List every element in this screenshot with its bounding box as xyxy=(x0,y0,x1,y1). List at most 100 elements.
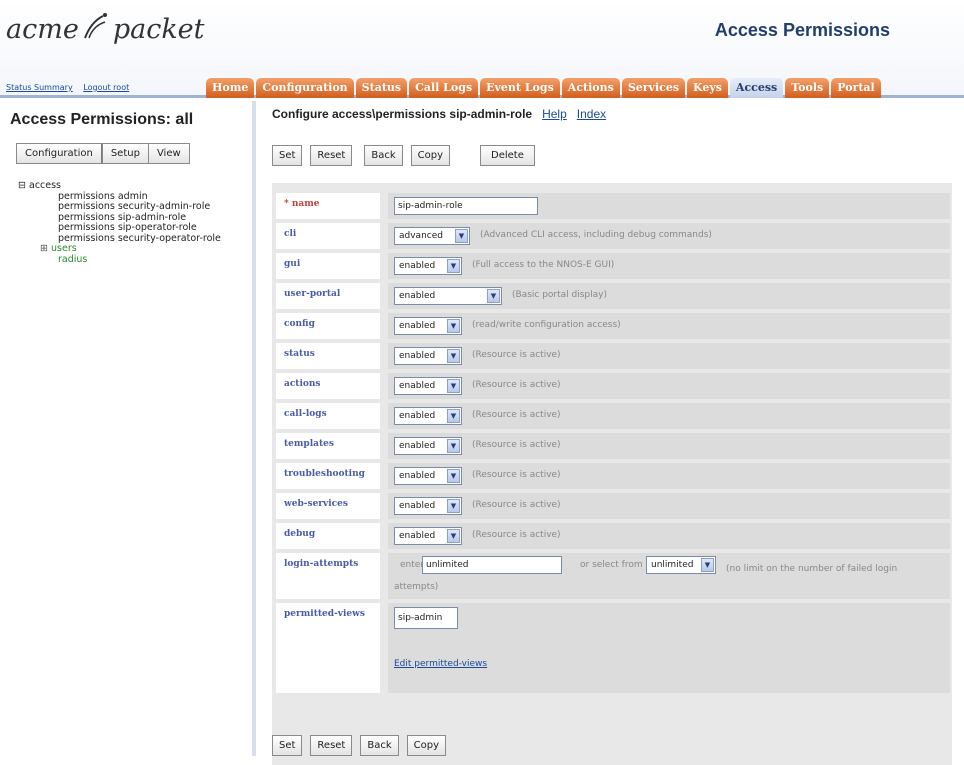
chevron-down-icon: ▼ xyxy=(447,499,460,513)
field-label-web-services: web-services xyxy=(276,493,380,519)
copy-button-bottom[interactable]: Copy xyxy=(406,735,447,756)
field-label-call-logs: call-logs xyxy=(276,403,380,429)
reset-button-bottom[interactable]: Reset xyxy=(310,735,353,756)
tab-actions[interactable]: Actions xyxy=(561,78,620,98)
tree-node-access[interactable]: ⊟ access xyxy=(18,180,221,192)
tab-event-logs[interactable]: Event Logs xyxy=(480,78,560,98)
tree-node-users[interactable]: ⊞ users xyxy=(18,243,221,255)
collapse-icon[interactable]: ⊟ xyxy=(18,180,26,191)
chevron-down-icon: ▼ xyxy=(487,289,500,303)
field-row-status: status enabled ▼ (Resource is active) xyxy=(272,343,952,369)
bottom-button-row: Set Reset Back Copy xyxy=(272,735,454,756)
web-services-hint: (Resource is active) xyxy=(472,500,561,510)
setup-button[interactable]: Setup xyxy=(101,143,149,164)
field-label-debug: debug xyxy=(276,523,380,549)
main-tabs: Home Configuration Status Call Logs Even… xyxy=(206,78,881,98)
back-button-bottom[interactable]: Back xyxy=(360,735,399,756)
field-row-templates: templates enabled ▼ (Resource is active) xyxy=(272,433,952,459)
tab-call-logs[interactable]: Call Logs xyxy=(409,78,479,98)
user-portal-select[interactable]: enabled ▼ xyxy=(394,287,502,305)
tab-configuration[interactable]: Configuration xyxy=(256,78,354,98)
logout-link[interactable]: Logout root xyxy=(83,83,129,92)
field-label-config: config xyxy=(276,313,380,339)
field-row-permitted-views: permitted-views sip-admin Edit permitted… xyxy=(272,603,952,693)
call-logs-select[interactable]: enabled ▼ xyxy=(394,407,462,425)
field-row-cli: cli advanced ▼ (Advanced CLI access, inclu… xyxy=(272,223,952,249)
login-attempts-hint: (no limit on the number of failed login … xyxy=(394,564,898,592)
tab-status[interactable]: Status xyxy=(355,78,408,98)
field-label-templates: templates xyxy=(276,433,380,459)
field-label-login-attempts: login-attempts xyxy=(276,553,380,599)
form-panel: * name sip-admin-role cli advanced ▼ (Adva… xyxy=(272,183,952,765)
index-link[interactable]: Index xyxy=(577,107,606,121)
cli-select[interactable]: advanced ▼ xyxy=(394,227,470,245)
user-portal-hint: (Basic portal display) xyxy=(512,290,607,300)
config-hint: (read/write configuration access) xyxy=(472,320,621,330)
set-button[interactable]: Set xyxy=(272,145,303,166)
tab-access[interactable]: Access xyxy=(729,78,784,98)
gui-hint: (Full access to the NNOS-E GUI) xyxy=(472,260,615,270)
page-title: Configure access\permissions sip-admin-r… xyxy=(272,107,607,121)
edit-permitted-views-link[interactable]: Edit permitted-views xyxy=(394,659,487,669)
chevron-down-icon: ▼ xyxy=(447,319,460,333)
chevron-down-icon: ▼ xyxy=(447,259,460,273)
sidebar-title: Access Permissions: all xyxy=(10,111,194,128)
debug-select[interactable]: enabled ▼ xyxy=(394,527,462,545)
reset-button[interactable]: Reset xyxy=(310,145,353,166)
configuration-button[interactable]: Configuration xyxy=(16,143,103,164)
field-row-gui: gui enabled ▼ (Full access to the NNOS-E G… xyxy=(272,253,952,279)
tab-home[interactable]: Home xyxy=(206,78,255,98)
tab-portal[interactable]: Portal xyxy=(831,78,881,98)
field-label-cli: cli xyxy=(276,223,380,249)
field-label-troubleshooting: troubleshooting xyxy=(276,463,380,489)
gui-select[interactable]: enabled ▼ xyxy=(394,257,462,275)
troubleshooting-select[interactable]: enabled ▼ xyxy=(394,467,462,485)
delete-button[interactable]: Delete xyxy=(480,145,535,166)
status-summary-link[interactable]: Status Summary xyxy=(6,83,73,92)
chevron-down-icon: ▼ xyxy=(447,439,460,453)
call-logs-hint: (Resource is active) xyxy=(472,410,561,420)
field-row-troubleshooting: troubleshooting enabled ▼ (Resource is act… xyxy=(272,463,952,489)
tab-tools[interactable]: Tools xyxy=(785,78,830,98)
tree-item-permissions-sip-operator-role[interactable]: permissions sip-operator-role xyxy=(18,222,221,234)
chevron-down-icon: ▼ xyxy=(447,349,460,363)
templates-select[interactable]: enabled ▼ xyxy=(394,437,462,455)
expand-icon[interactable]: ⊞ xyxy=(40,243,48,254)
field-label-gui: gui xyxy=(276,253,380,279)
field-row-debug: debug enabled ▼ (Resource is active) xyxy=(272,523,952,549)
field-label-permitted-views: permitted-views xyxy=(276,603,380,693)
templates-hint: (Resource is active) xyxy=(472,440,561,450)
sidebar-button-group: Configuration Setup View xyxy=(16,143,190,164)
field-label-name: * name xyxy=(276,193,380,219)
debug-hint: (Resource is active) xyxy=(472,530,561,540)
back-button[interactable]: Back xyxy=(364,145,403,166)
status-hint: (Resource is active) xyxy=(472,350,561,360)
actions-select[interactable]: enabled ▼ xyxy=(394,377,462,395)
field-label-user-portal: user-portal xyxy=(276,283,380,309)
actions-hint: (Resource is active) xyxy=(472,380,561,390)
chevron-down-icon: ▼ xyxy=(447,469,460,483)
set-button-bottom[interactable]: Set xyxy=(272,735,303,756)
field-label-actions: actions xyxy=(276,373,380,399)
top-button-row: Set Reset Back Copy Delete xyxy=(272,145,543,166)
tab-keys[interactable]: Keys xyxy=(687,78,728,98)
tab-services[interactable]: Services xyxy=(621,78,686,98)
logo-mark-icon xyxy=(81,12,111,49)
tree-item-permissions-sip-admin-role[interactable]: permissions sip-admin-role xyxy=(58,212,186,223)
chevron-down-icon: ▼ xyxy=(455,229,468,243)
field-row-web-services: web-services enabled ▼ (Resource is active… xyxy=(272,493,952,519)
copy-button[interactable]: Copy xyxy=(410,145,451,166)
field-row-call-logs: call-logs enabled ▼ (Resource is active) xyxy=(272,403,952,429)
help-link[interactable]: Help xyxy=(542,107,567,121)
web-services-select[interactable]: enabled ▼ xyxy=(394,497,462,515)
chevron-down-icon: ▼ xyxy=(447,529,460,543)
header: acme packet Status Summary Logout root Ac… xyxy=(0,0,964,98)
chevron-down-icon: ▼ xyxy=(447,379,460,393)
view-button[interactable]: View xyxy=(147,143,190,164)
status-select[interactable]: enabled ▼ xyxy=(394,347,462,365)
field-row-login-attempts: login-attempts enter unlimited or select… xyxy=(272,553,952,599)
tree-item-radius[interactable]: radius xyxy=(18,254,221,266)
permitted-views-value[interactable]: sip-admin xyxy=(394,607,458,629)
name-input[interactable]: sip-admin-role xyxy=(394,197,538,215)
config-select[interactable]: enabled ▼ xyxy=(394,317,462,335)
